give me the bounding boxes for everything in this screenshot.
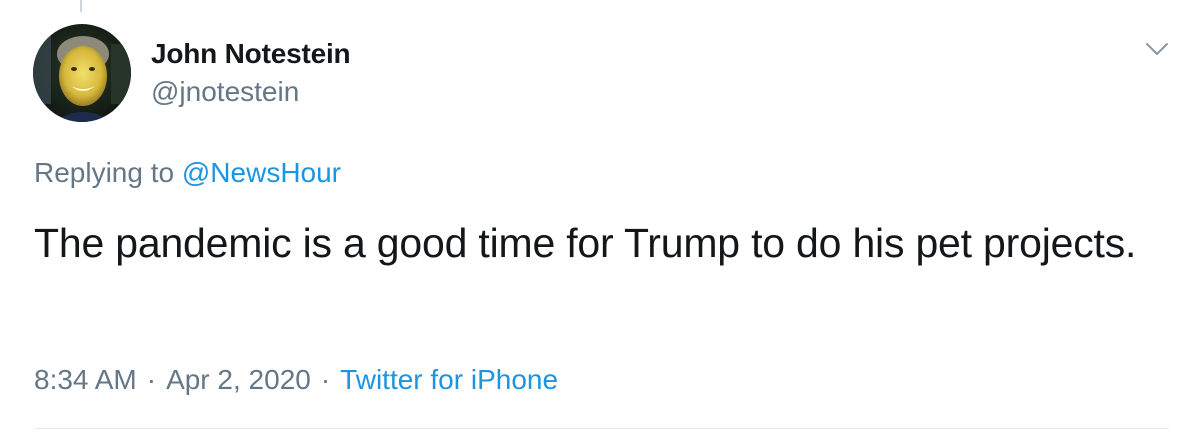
- meta-separator: ·: [320, 364, 331, 395]
- tweet-date[interactable]: Apr 2, 2020: [166, 364, 311, 395]
- replying-to-line: Replying to @NewsHour: [34, 157, 341, 189]
- thread-connector-line: [80, 0, 82, 12]
- tweet-text: The pandemic is a good time for Trump to…: [34, 220, 1137, 266]
- reply-mention-link[interactable]: @NewsHour: [182, 157, 341, 188]
- author-handle[interactable]: @jnotestein: [151, 76, 299, 108]
- replying-to-label: Replying to: [34, 157, 175, 188]
- avatar-image: [33, 24, 131, 122]
- divider: [34, 428, 1169, 429]
- author-name[interactable]: John Notestein: [151, 38, 351, 70]
- tweet-source-link[interactable]: Twitter for iPhone: [340, 364, 558, 395]
- tweet-card: John Notestein @jnotestein Replying to @…: [0, 0, 1202, 432]
- avatar[interactable]: [33, 24, 131, 122]
- tweet-meta: 8:34 AM · Apr 2, 2020 · Twitter for iPhone: [34, 364, 558, 396]
- chevron-down-icon[interactable]: [1142, 34, 1172, 64]
- meta-separator: ·: [146, 364, 157, 395]
- tweet-time[interactable]: 8:34 AM: [34, 364, 137, 395]
